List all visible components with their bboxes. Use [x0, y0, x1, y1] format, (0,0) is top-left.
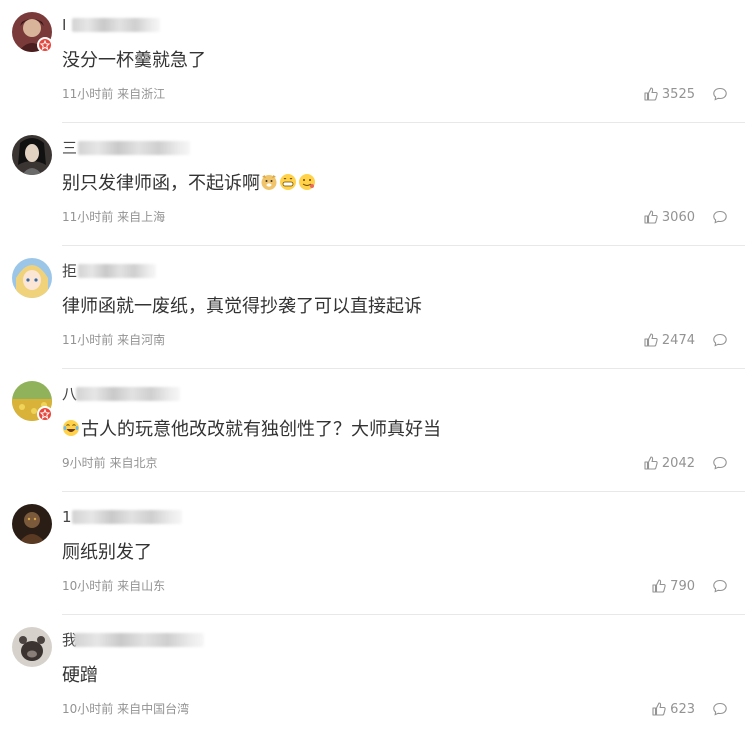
like-count: 3525	[661, 86, 695, 102]
comment-meta: 10小时前 来自中国台湾	[62, 702, 189, 716]
comment-bubble-icon[interactable]	[712, 332, 728, 348]
thumbs-up-icon	[643, 209, 659, 225]
doge-icon	[260, 173, 278, 191]
avatar[interactable]	[12, 258, 52, 298]
comment-item: 我 硬蹭 10小时前 来自中国台湾 623	[0, 615, 745, 738]
comment-location: 来自上海	[117, 210, 166, 224]
comment-text: 古人的玩意他改改就有独创性了？大师真好当	[62, 417, 441, 443]
comment-location: 来自浙江	[117, 87, 166, 101]
username-initial: I	[62, 16, 67, 34]
vip-badge-icon	[37, 406, 53, 422]
avatar[interactable]	[12, 504, 52, 544]
comment-time: 10小时前	[62, 579, 114, 593]
comment-bubble-icon[interactable]	[712, 209, 728, 225]
username-initial: 1	[62, 508, 72, 526]
comment-location: 来自山东	[117, 579, 166, 593]
comment-text: 律师函就一废纸，真觉得抄袭了可以直接起诉	[62, 296, 422, 317]
username-blurred	[78, 141, 190, 155]
username-initial: 三	[62, 139, 78, 157]
laugh-cry-icon	[62, 419, 80, 437]
comment-meta: 11小时前 来自上海	[62, 210, 165, 224]
avatar[interactable]	[12, 627, 52, 667]
comment-bubble-icon[interactable]	[712, 455, 728, 471]
comment-location: 来自北京	[109, 456, 158, 470]
comment-bubble-icon[interactable]	[712, 578, 728, 594]
comment-time: 10小时前	[62, 702, 114, 716]
username-initial: 拒	[62, 262, 78, 280]
username-initial: 八	[62, 385, 78, 403]
comment-text: 别只发律师函，不起诉啊	[62, 171, 317, 197]
thumbs-up-icon	[643, 455, 659, 471]
username-blurred	[72, 510, 182, 524]
like-count: 3060	[661, 209, 695, 225]
comment-bubble-icon[interactable]	[712, 86, 728, 102]
comment-time: 11小时前	[62, 333, 114, 347]
thumbs-up-icon	[651, 578, 667, 594]
comment-time: 11小时前	[62, 210, 114, 224]
comment-meta: 11小时前 来自河南	[62, 333, 165, 347]
username-blurred	[72, 18, 160, 32]
comment-text: 没分一杯羹就急了	[62, 50, 206, 71]
comment-text: 厕纸别发了	[62, 542, 152, 563]
thumbs-up-icon	[643, 86, 659, 102]
like-button[interactable]: 623	[651, 700, 695, 718]
comment-time: 9小时前	[62, 456, 106, 470]
comment-text-body: 古人的玩意他改改就有独创性了？大师真好当	[81, 419, 441, 440]
comment-meta: 9小时前 来自北京	[62, 456, 157, 470]
comment-bubble-icon[interactable]	[712, 701, 728, 717]
comment-item: 1 厕纸别发了 10小时前 来自山东 790	[0, 492, 745, 615]
like-button[interactable]: 2474	[643, 331, 695, 349]
vip-badge-icon	[37, 37, 53, 53]
grin-icon	[279, 173, 297, 191]
avatar[interactable]	[12, 135, 52, 175]
username-blurred	[74, 633, 204, 647]
comment-text: 硬蹭	[62, 665, 98, 686]
like-button[interactable]: 2042	[643, 454, 695, 472]
comment-text-body: 别只发律师函，不起诉啊	[62, 173, 260, 194]
comment-item: I 没分一杯羹就急了 11小时前 来自浙江 3525	[0, 0, 745, 123]
comment-time: 11小时前	[62, 87, 114, 101]
username-blurred	[76, 387, 180, 401]
like-count: 623	[670, 701, 695, 717]
comment-location: 来自河南	[117, 333, 166, 347]
thumbs-up-icon	[643, 332, 659, 348]
drool-icon	[298, 173, 316, 191]
like-button[interactable]: 3060	[643, 208, 695, 226]
like-count: 2474	[661, 332, 695, 348]
comment-item: 八 古人的玩意他改改就有独创性了？大师真好当 9小时前 来自北京 2042	[0, 369, 745, 492]
like-button[interactable]: 790	[651, 577, 695, 595]
like-button[interactable]: 3525	[643, 85, 695, 103]
thumbs-up-icon	[651, 701, 667, 717]
like-count: 790	[670, 578, 695, 594]
comment-item: 三 别只发律师函，不起诉啊 11小时前 来自上海 3060	[0, 123, 745, 246]
like-count: 2042	[661, 455, 695, 471]
comment-item: 拒 律师函就一废纸，真觉得抄袭了可以直接起诉 11小时前 来自河南 2474	[0, 246, 745, 369]
comment-meta: 10小时前 来自山东	[62, 579, 165, 593]
comment-location: 来自中国台湾	[117, 702, 190, 716]
username-blurred	[78, 264, 156, 278]
comment-meta: 11小时前 来自浙江	[62, 87, 165, 101]
